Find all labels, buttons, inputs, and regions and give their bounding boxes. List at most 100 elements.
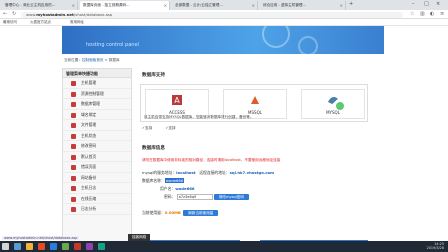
decorative-circle (262, 26, 290, 48)
domain-icon (71, 112, 76, 118)
close-icon[interactable]: × (252, 1, 255, 10)
password-row: 密码： a7z3e6q9 修改mysql密码 (164, 194, 249, 200)
sidebar-item-compress[interactable]: 在线压缩 (63, 194, 131, 204)
access-icon: A (172, 95, 182, 105)
usage-row: 当前使用量：0.00MB 刷新当前使用量 (142, 210, 219, 216)
new-tab-icon[interactable]: + (349, 1, 353, 7)
breadcrumb: 当前位置：控制面板首页 > 数据库 (64, 58, 120, 63)
browser-tab[interactable]: 综合应用 - 虚拟主机管理... × (260, 1, 346, 10)
sidebar-item-label: 域名绑定 (81, 111, 97, 117)
sidebar-item-label: 在线压缩 (81, 195, 97, 201)
url-prefix: www. (26, 11, 37, 17)
close-icon[interactable]: × (164, 1, 167, 10)
password-field[interactable]: a7z3e6q9 (176, 194, 213, 200)
browser-tab-active[interactable]: 数据库页面 - 独立到期源码... × (80, 1, 170, 10)
support-title: 数据库支持 (142, 73, 165, 78)
warning-text: 请勿在数据库中使用非标准的相对路径，连接时请用localhost，不要使用远程地… (142, 158, 281, 162)
close-icon[interactable]: × (72, 1, 75, 10)
sidebar-item-domain[interactable]: 域名绑定 (63, 110, 131, 120)
menu-icon[interactable]: ≡ (440, 11, 444, 17)
browser-icon[interactable] (50, 243, 57, 250)
log-icon (71, 186, 76, 191)
error-icon (71, 165, 76, 170)
sidebar-item-label: 主机管理 (81, 80, 97, 85)
refresh-usage-button[interactable]: 刷新当前使用量 (183, 210, 219, 216)
sidebar-item-label: 默认首页 (81, 153, 97, 159)
start-icon[interactable] (2, 243, 9, 250)
breadcrumb-link[interactable]: 控制面板首页 (82, 58, 104, 62)
option-label: 支持 (145, 126, 153, 130)
sidebar-item-host[interactable]: 主机管理 (63, 78, 131, 89)
firefox-icon[interactable] (38, 243, 45, 250)
server-label: mysql的服务地址： (142, 170, 177, 175)
reload-icon[interactable]: ↻ (12, 11, 16, 17)
system-clock[interactable]: 14:25 2019/3/28 (426, 242, 444, 250)
app-icon[interactable] (86, 243, 93, 250)
sidebar-item-files[interactable]: 文件管理 (63, 120, 131, 131)
search-icon[interactable] (14, 243, 21, 250)
dbname-row: 数据库名称：wode666 (142, 178, 185, 184)
user-value: wode666 (175, 186, 195, 191)
sidebar: 管理菜单快捷功能 主机管理 资源控制管理 数据库管理 域名绑定 文件管理 主机状… (62, 68, 132, 248)
tab-label: 数据库页面 - 独立到期源码... (83, 3, 130, 7)
clock-date: 2019/3/28 (426, 245, 444, 250)
maximize-icon[interactable]: □ (424, 1, 429, 7)
url-domain: myhostadmin.net (36, 11, 74, 17)
mysql-option[interactable]: MYSQL (301, 89, 365, 119)
taskbar: 14:25 2019/3/28 (0, 241, 448, 252)
floating-label: 独客网络 (128, 234, 151, 241)
sidebar-item-status[interactable]: 主机状态 (63, 131, 131, 141)
host-icon (71, 81, 76, 86)
usage-label: 当前使用量： (142, 210, 165, 215)
sidebar-item-database[interactable]: 数据库管理 (63, 99, 131, 110)
dbname-label: 数据库名称： (142, 178, 165, 183)
sidebar-item-label: 数据库管理 (81, 101, 100, 106)
address-bar: ← ↻ www.myhostadmin.net/vhost/database.a… (0, 10, 448, 19)
close-icon[interactable]: × (340, 1, 343, 10)
sidebar-item-label: 日志分析 (81, 206, 97, 211)
bookmark-item[interactable]: 常用网址 (70, 20, 84, 25)
dbinfo-title: 数据库信息 (142, 146, 165, 151)
star-icon[interactable]: ☆ (410, 11, 414, 17)
sidebar-item-label: 修改密码 (81, 143, 97, 148)
user-label: 用户名： (160, 186, 176, 191)
mssql-icon (251, 96, 259, 104)
option-label: 支持 (168, 126, 176, 130)
url-path: /vhost/database.asp (73, 11, 113, 17)
sidebar-item-password[interactable]: 修改密码 (63, 141, 131, 152)
sidebar-item-logs[interactable]: 主机日志 (63, 183, 131, 194)
user-row: 用户名：wode666 (160, 186, 195, 192)
sidebar-item-analytics[interactable]: 日志分析 (63, 204, 131, 215)
back-icon[interactable]: ← (3, 11, 7, 17)
option-check[interactable]: ✓支持 (165, 126, 181, 130)
key-icon (71, 144, 76, 149)
support-note: 该主机自带支持MYSQL数据库，您能够对数据库进行创建，备份等。 (144, 115, 254, 119)
minimize-icon[interactable]: – (412, 1, 415, 7)
sidebar-item-error-page[interactable]: 错误页面 (63, 162, 131, 173)
sidebar-item-backup[interactable]: 网站备份 (63, 173, 131, 183)
app-icon[interactable] (98, 243, 105, 250)
browser-tab[interactable]: 全部数据 - 云计/云独立管理... × (172, 1, 258, 10)
library-icon[interactable]: ▥ (420, 11, 425, 17)
sidebar-item-resources[interactable]: 资源控制管理 (63, 89, 131, 99)
bookmark-item[interactable]: 火狐官方站点 (30, 20, 51, 25)
browser-tab[interactable]: 管理中心 - 商业云主机应用的... × (2, 1, 78, 10)
compress-icon (71, 196, 76, 202)
banner-text: hosting control panel (86, 42, 139, 48)
server-row: mysql的服务地址：localhost 远程连接的地址：sql.hk7.vho… (142, 170, 274, 176)
option-check[interactable]: ✓支持 (142, 126, 158, 130)
decorative-circle (298, 36, 318, 54)
app-icon[interactable] (74, 243, 81, 250)
url-input[interactable]: www.myhostadmin.net/vhost/database.asp (21, 11, 403, 18)
window-close-icon[interactable]: × (436, 1, 440, 7)
shield-icon[interactable]: ◐ (430, 11, 434, 17)
sidebar-item-homepage[interactable]: 默认首页 (63, 152, 131, 162)
change-password-button[interactable]: 修改mysql密码 (213, 194, 249, 200)
sidebar-item-label: 文件管理 (81, 122, 97, 127)
usage-value: 0.00MB (164, 210, 181, 215)
file-explorer-icon[interactable] (26, 243, 33, 250)
server-value: localhost (176, 170, 196, 175)
app-icon[interactable] (62, 243, 69, 250)
bookmark-item[interactable]: 最常访问 (3, 20, 17, 25)
dbname-value: wode666 (164, 178, 185, 183)
